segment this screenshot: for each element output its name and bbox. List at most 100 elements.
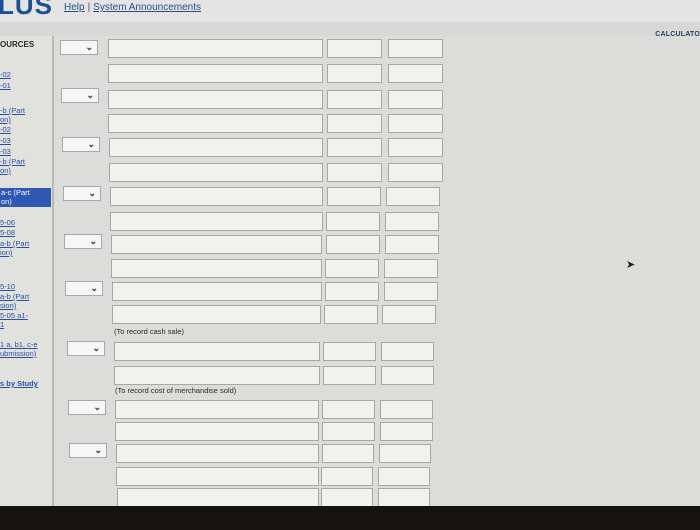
sidebar-link[interactable]: a-b (Part [0, 239, 29, 248]
account-title-field[interactable] [116, 467, 319, 486]
debit-field[interactable] [326, 235, 380, 254]
credit-field[interactable] [388, 138, 443, 157]
credit-field[interactable] [384, 282, 438, 301]
account-title-field[interactable] [114, 366, 320, 385]
sidebar-link[interactable]: -b (Part [0, 106, 25, 115]
sidebar-link[interactable]: ubmission) [0, 349, 36, 358]
credit-field[interactable] [388, 64, 443, 83]
sidebar-link[interactable]: -03 [0, 147, 11, 156]
debit-field[interactable] [327, 64, 382, 83]
sidebar-link[interactable]: a-b (Part [0, 292, 29, 301]
help-link[interactable]: Help [64, 2, 85, 13]
account-title-field[interactable] [109, 163, 323, 182]
debit-field[interactable] [325, 259, 379, 278]
sidebar-link[interactable]: ion) [0, 248, 13, 257]
sidebar-link[interactable]: -02 [0, 70, 11, 79]
credit-field[interactable] [381, 366, 434, 385]
account-title-field[interactable] [108, 90, 323, 109]
chevron-down-icon: ⌄ [94, 445, 102, 455]
sidebar-link[interactable]: -01 [0, 81, 11, 90]
debit-field[interactable] [321, 488, 373, 507]
credit-field[interactable] [378, 467, 430, 486]
calculator-bar [0, 22, 700, 36]
account-title-field[interactable] [111, 259, 322, 278]
account-title-field[interactable] [115, 422, 319, 441]
chevron-down-icon: ⌄ [89, 236, 97, 246]
debit-field[interactable] [322, 400, 375, 419]
journal-note-cost-sold: (To record cost of merchandise sold) [115, 386, 237, 395]
account-title-field[interactable] [114, 342, 320, 361]
credit-field[interactable] [385, 212, 439, 231]
credit-field[interactable] [379, 444, 431, 463]
account-title-field[interactable] [110, 212, 323, 231]
debit-field[interactable] [327, 90, 382, 109]
date-dropdown[interactable]: ⌄ [64, 234, 102, 249]
account-title-field[interactable] [115, 400, 319, 419]
credit-field[interactable] [388, 39, 443, 58]
account-title-field[interactable] [111, 235, 322, 254]
sidebar-item-active[interactable]: a-c (Part on) [0, 188, 51, 207]
account-title-field[interactable] [116, 444, 319, 463]
debit-field[interactable] [325, 282, 379, 301]
sidebar-link[interactable]: sion) [0, 301, 16, 310]
date-dropdown[interactable]: ⌄ [62, 137, 100, 152]
sidebar-link[interactable]: -03 [0, 136, 11, 145]
credit-field[interactable] [386, 187, 440, 206]
account-title-field[interactable] [109, 138, 323, 157]
chevron-down-icon: ⌄ [87, 139, 95, 149]
sidebar-link[interactable]: 5-05 a1- [0, 311, 28, 320]
date-dropdown[interactable]: ⌄ [68, 400, 106, 415]
account-title-field[interactable] [112, 282, 322, 301]
account-title-field[interactable] [117, 488, 319, 507]
system-announcements-link[interactable]: System Announcements [93, 2, 201, 13]
sidebar-link[interactable]: 1 [0, 320, 4, 329]
date-dropdown[interactable]: ⌄ [60, 40, 98, 55]
date-dropdown[interactable]: ⌄ [61, 88, 99, 103]
sidebar-study-link[interactable]: s by Study [0, 379, 38, 388]
debit-field[interactable] [327, 163, 382, 182]
debit-field[interactable] [326, 212, 380, 231]
debit-field[interactable] [322, 422, 375, 441]
account-title-field[interactable] [110, 187, 323, 206]
date-dropdown[interactable]: ⌄ [65, 281, 103, 296]
debit-field[interactable] [327, 114, 382, 133]
sidebar-link[interactable]: 5-06 [0, 218, 15, 227]
debit-field[interactable] [327, 138, 382, 157]
credit-field[interactable] [380, 422, 433, 441]
sidebar-link[interactable]: -02 [0, 125, 11, 134]
credit-field[interactable] [385, 235, 439, 254]
account-title-field[interactable] [108, 114, 323, 133]
debit-field[interactable] [323, 366, 376, 385]
sidebar-link[interactable]: 5-08 [0, 228, 15, 237]
sidebar-link[interactable]: on) [0, 115, 11, 124]
credit-field[interactable] [388, 114, 443, 133]
credit-field[interactable] [378, 488, 430, 507]
credit-field[interactable] [381, 342, 434, 361]
resources-sidebar: OURCES -02 -01 -b (Part on) -02 -03 -03 … [0, 36, 54, 506]
account-title-field[interactable] [108, 64, 323, 83]
debit-field[interactable] [321, 467, 373, 486]
sidebar-link[interactable]: 1 a, b1, c-e [0, 340, 38, 349]
sidebar-link[interactable]: on) [0, 166, 11, 175]
sidebar-active-line-1: a-c (Part [1, 188, 30, 197]
date-dropdown[interactable]: ⌄ [63, 186, 101, 201]
monitor-bezel [0, 506, 700, 530]
sidebar-link[interactable]: 5-10 [0, 282, 15, 291]
date-dropdown[interactable]: ⌄ [69, 443, 107, 458]
debit-field[interactable] [323, 342, 376, 361]
sidebar-link[interactable]: -b (Part [0, 157, 25, 166]
account-title-field[interactable] [108, 39, 323, 58]
journal-note-cash-sale: (To record cash sale) [114, 327, 185, 336]
credit-field[interactable] [388, 90, 443, 109]
debit-field[interactable] [324, 305, 378, 324]
credit-field[interactable] [382, 305, 436, 324]
credit-field[interactable] [384, 259, 438, 278]
account-title-field[interactable] [112, 305, 321, 324]
credit-field[interactable] [388, 163, 443, 182]
debit-field[interactable] [327, 39, 382, 58]
debit-field[interactable] [327, 187, 381, 206]
date-dropdown[interactable]: ⌄ [67, 341, 105, 356]
chevron-down-icon: ⌄ [90, 283, 98, 293]
credit-field[interactable] [380, 400, 433, 419]
debit-field[interactable] [322, 444, 374, 463]
